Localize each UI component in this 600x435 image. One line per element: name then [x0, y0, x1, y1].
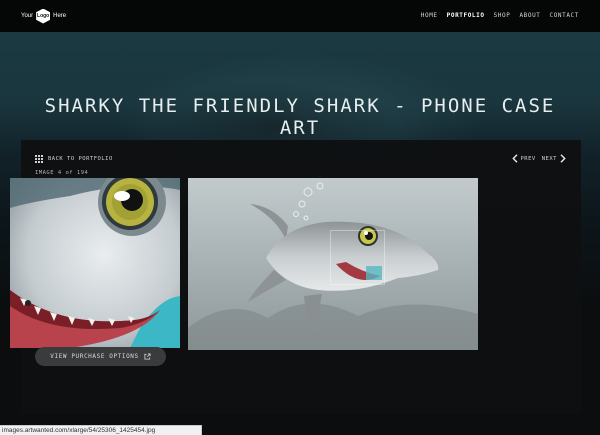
back-label: BACK TO PORTFOLIO [48, 156, 113, 162]
nav-item-about[interactable]: ABOUT [519, 12, 540, 19]
nav-item-home[interactable]: HOME [421, 12, 438, 19]
next-label: NEXT [541, 155, 557, 162]
purchase-label: VIEW PURCHASE OPTIONS [50, 353, 139, 360]
page-title: SHARKY THE FRIENDLY SHARK - PHONE CASE A… [44, 94, 556, 139]
logo-text-right: Here [53, 13, 67, 19]
chevron-left-icon [511, 154, 517, 163]
grid-icon [35, 155, 43, 163]
logo-text-left: Your [21, 13, 34, 19]
shark-closeup-artwork [10, 178, 180, 348]
browser-status-bar: images.artwanted.com/xlarge/54/25306_142… [0, 425, 202, 435]
prev-button[interactable]: PREV [511, 154, 536, 163]
prev-label: PREV [520, 155, 536, 162]
site-logo[interactable]: Your Logo Here [21, 8, 66, 24]
chevron-right-icon [560, 154, 566, 163]
back-to-portfolio-link[interactable]: BACK TO PORTFOLIO [35, 155, 113, 163]
zoom-lens[interactable] [330, 230, 385, 285]
nav-item-portfolio[interactable]: PORTFOLIO [447, 12, 485, 19]
main-menu: HOME PORTFOLIO SHOP ABOUT CONTACT [421, 12, 579, 19]
logo-text-center: Logo [37, 13, 50, 19]
gallery-pager: PREV NEXT [511, 154, 567, 163]
top-navbar: Your Logo Here HOME PORTFOLIO SHOP ABOUT… [0, 0, 600, 32]
nav-item-contact[interactable]: CONTACT [550, 12, 580, 19]
zoom-preview [10, 178, 180, 348]
next-button[interactable]: NEXT [542, 154, 566, 163]
view-purchase-options-button[interactable]: VIEW PURCHASE OPTIONS [35, 347, 166, 366]
external-link-icon [144, 353, 151, 360]
logo-hexagon-icon: Logo [36, 8, 51, 24]
image-counter: IMAGE 4 of 194 [35, 170, 89, 176]
nav-item-shop[interactable]: SHOP [494, 12, 511, 19]
